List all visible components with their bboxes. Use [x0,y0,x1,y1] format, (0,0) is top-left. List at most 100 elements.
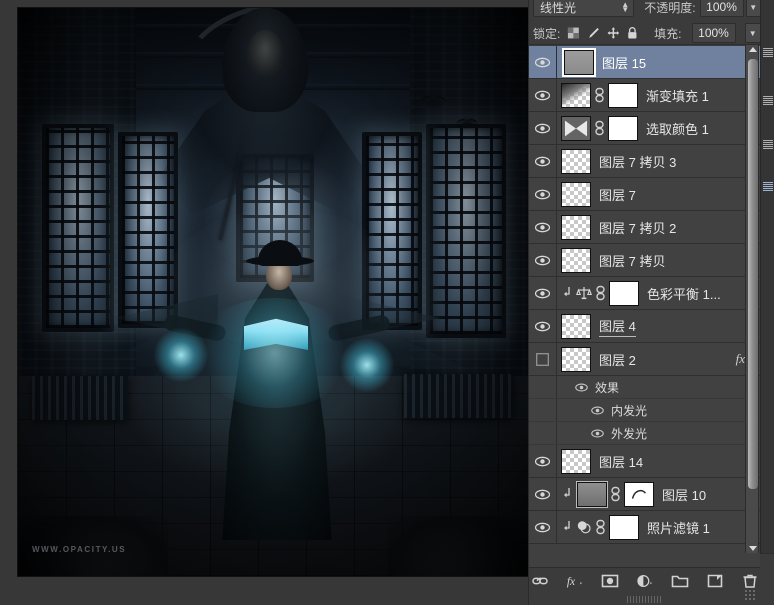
link-layers-icon[interactable] [531,572,549,590]
layer-row-3[interactable]: 图层 7 拷贝 3 [529,145,761,178]
layer-name[interactable]: 色彩平衡 1... [647,284,721,303]
layer-row-12[interactable]: 照片滤镜 1 [529,511,761,544]
layer-row-4[interactable]: 图层 7 [529,178,761,211]
link-mask-icon[interactable] [610,486,621,502]
layer-row-10[interactable]: 图层 14 [529,445,761,478]
layer-thumbnail[interactable] [561,347,591,372]
panel-resize-gripper[interactable] [627,596,663,603]
opacity-dropdown-button[interactable]: ▼ [746,0,761,17]
layer-thumbnail[interactable] [577,482,607,507]
layer-row-9[interactable]: 图层 2 fx [529,343,761,376]
scrollbar-thumb[interactable] [748,59,758,489]
layer-name[interactable]: 图层 2 [599,350,636,369]
layer-row-5[interactable]: 图层 7 拷贝 2 [529,211,761,244]
layer-name[interactable]: 图层 15 [602,53,646,72]
layer-thumbnail[interactable] [561,149,591,174]
layer-row-11[interactable]: 图层 10 [529,478,761,511]
layer-visibility-toggle[interactable] [529,244,557,276]
add-layer-style-icon[interactable]: fx [566,572,584,590]
delete-layer-icon[interactable] [741,572,759,590]
lock-all-icon[interactable] [626,26,639,40]
layer-style-fx-icon[interactable]: fx [736,351,745,367]
layer-name[interactable]: 图层 10 [662,485,706,504]
layer-visibility-toggle[interactable] [529,511,557,543]
dock-tab[interactable] [763,48,773,57]
new-layer-icon[interactable] [706,572,724,590]
link-mask-icon[interactable] [595,285,606,301]
document-window[interactable]: WWW.OPACITY.US [18,8,528,576]
layer-thumbnail[interactable] [564,50,594,75]
layer-mask-thumbnail[interactable] [608,116,638,141]
layer-mask-thumbnail[interactable] [624,482,654,507]
panel-resize-corner[interactable] [744,589,756,601]
layer-name[interactable]: 图层 4 [599,316,636,337]
fill-input[interactable]: 100% [692,23,736,43]
layer-name[interactable]: 图层 7 拷贝 3 [599,152,676,171]
scroll-down-arrow-icon[interactable] [749,546,757,551]
color-balance-icon[interactable] [576,285,592,301]
layer-mask-thumbnail[interactable] [609,281,639,306]
layer-row-2[interactable]: 选取颜色 1 [529,112,761,145]
new-adjustment-layer-icon[interactable] [636,572,654,590]
blend-mode-select[interactable]: 线性光 ▲▼ [533,0,634,17]
lock-position-icon[interactable] [607,26,620,40]
add-layer-mask-icon[interactable] [601,572,619,590]
layer-thumbnail[interactable] [561,248,591,273]
layer-visibility-toggle[interactable] [529,310,557,342]
collapsed-panel-dock[interactable] [760,0,774,605]
layer-thumbnail[interactable] [561,215,591,240]
layers-panel[interactable]: 线性光 ▲▼ 不透明度: 100% ▼ 锁定: [528,0,774,605]
layer-name[interactable]: 图层 14 [599,452,643,471]
layer-visibility-toggle[interactable] [529,145,557,177]
layer-visibility-toggle[interactable] [529,79,557,111]
layer-thumbnail[interactable] [561,182,591,207]
layer-effects-group-row[interactable]: 效果 [529,376,761,399]
scroll-up-arrow-icon[interactable] [749,47,757,52]
layer-visibility-toggle[interactable] [529,445,557,477]
lock-image-pixels-icon[interactable] [587,26,600,40]
layer-row-0[interactable]: 图层 15 [529,46,761,79]
layer-name[interactable]: 渐变填充 1 [646,86,709,105]
canvas-area[interactable]: WWW.OPACITY.US [0,0,528,605]
link-mask-icon[interactable] [595,519,606,535]
layer-visibility-toggle[interactable] [529,178,557,210]
layer-visibility-toggle[interactable] [529,478,557,510]
layer-visibility-toggle[interactable] [529,343,557,375]
layer-name[interactable]: 图层 7 拷贝 2 [599,218,676,237]
eye-icon[interactable] [575,383,588,392]
link-mask-icon[interactable] [594,120,605,136]
layer-thumbnail[interactable] [561,314,591,339]
layer-row-7[interactable]: 色彩平衡 1... [529,277,761,310]
layer-list[interactable]: 图层 15 渐变填充 1 [529,46,761,567]
opacity-input[interactable]: 100% [700,0,744,17]
layer-visibility-toggle[interactable] [529,112,557,144]
layer-mask-thumbnail[interactable] [608,83,638,108]
fill-dropdown-button[interactable]: ▼ [745,23,762,43]
layer-effect-row-outer-glow[interactable]: 外发光 [529,422,761,445]
dock-tab[interactable] [763,96,773,105]
layer-row-1[interactable]: 渐变填充 1 [529,79,761,112]
selective-color-icon[interactable] [561,116,591,141]
lock-transparent-pixels-icon[interactable] [567,26,580,40]
layer-visibility-toggle[interactable] [529,46,557,78]
photo-filter-icon[interactable] [576,519,592,535]
layer-name[interactable]: 照片滤镜 1 [647,518,710,537]
link-mask-icon[interactable] [594,87,605,103]
layer-visibility-toggle[interactable] [529,211,557,243]
layer-row-6[interactable]: 图层 7 拷贝 [529,244,761,277]
layer-row-8[interactable]: 图层 4 [529,310,761,343]
dock-tab[interactable] [763,140,773,149]
layer-name[interactable]: 图层 7 拷贝 [599,251,665,270]
layer-thumbnail[interactable] [561,83,591,108]
new-group-icon[interactable] [671,572,689,590]
layers-panel-scrollbar[interactable] [745,45,759,553]
layer-effect-row-inner-glow[interactable]: 内发光 [529,399,761,422]
layer-name[interactable]: 图层 7 [599,185,636,204]
layer-thumbnail[interactable] [561,449,591,474]
eye-icon[interactable] [591,406,604,415]
layer-mask-thumbnail[interactable] [609,515,639,540]
layer-name[interactable]: 选取颜色 1 [646,119,709,138]
dock-tab-active[interactable] [763,182,773,191]
eye-icon[interactable] [591,429,604,438]
layer-visibility-toggle[interactable] [529,277,557,309]
